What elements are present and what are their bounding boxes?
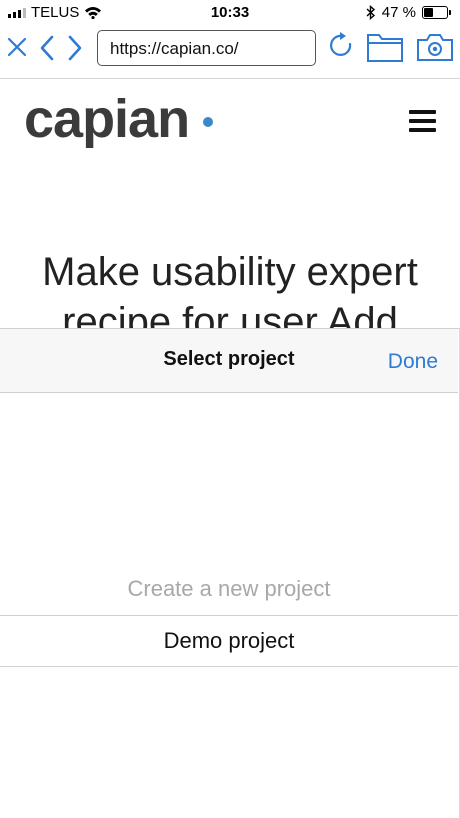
project-picker-sheet: Select project Done Create a new project… xyxy=(0,328,460,818)
hero-headline-partial: recipe for user Add xyxy=(62,300,398,328)
reload-icon[interactable] xyxy=(328,31,356,61)
camera-icon[interactable] xyxy=(416,32,454,62)
menu-icon[interactable] xyxy=(409,110,436,137)
logo-dot-icon xyxy=(203,117,213,127)
status-right: 47 % xyxy=(366,4,451,21)
hero-headline: Make usability expert xyxy=(42,250,418,294)
url-field[interactable]: https://capian.co/ xyxy=(97,30,316,66)
back-icon[interactable] xyxy=(38,35,56,61)
browser-toolbar: https://capian.co/ xyxy=(0,26,460,79)
picker-header: Select project Done xyxy=(0,329,458,393)
done-button[interactable]: Done xyxy=(388,350,438,374)
battery-fill xyxy=(424,8,433,17)
site-logo[interactable]: capian xyxy=(24,88,190,150)
bluetooth-icon xyxy=(366,5,375,20)
battery-icon xyxy=(422,6,451,19)
picker-option-demo-project[interactable]: Demo project xyxy=(0,615,458,667)
folder-icon[interactable] xyxy=(366,31,404,63)
picker-option-create-new[interactable]: Create a new project xyxy=(0,576,458,602)
close-icon[interactable] xyxy=(6,36,28,58)
forward-icon[interactable] xyxy=(66,35,84,61)
battery-percent: 47 % xyxy=(381,4,416,21)
status-bar: TELUS 10:33 47 % xyxy=(0,0,460,26)
